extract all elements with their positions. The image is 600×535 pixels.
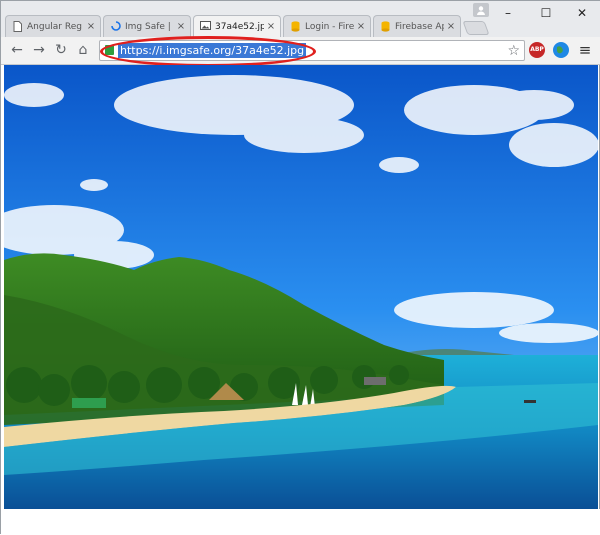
tab-login[interactable]: Login - Fireb × <box>283 15 371 37</box>
menu-icon[interactable]: ≡ <box>575 40 595 60</box>
image-viewport <box>4 65 598 509</box>
tab-close-icon[interactable]: × <box>176 21 186 32</box>
tab-title: Login - Fireb <box>305 21 354 32</box>
adblock-extension-icon[interactable]: ABP <box>529 42 545 58</box>
tab-imgsafe[interactable]: Img Safe | U × <box>103 15 191 37</box>
close-window-button[interactable]: ✕ <box>563 1 600 25</box>
forward-button[interactable]: → <box>29 40 49 60</box>
bookmark-star-icon[interactable]: ☆ <box>507 41 520 61</box>
tab-title: Firebase Ap <box>395 21 444 32</box>
profile-avatar-icon[interactable] <box>473 3 489 17</box>
image-icon <box>200 21 211 32</box>
browser-window: Angular Reg × Img Safe | U × 37a4e52.jpg… <box>0 0 600 535</box>
tab-title: 37a4e52.jpg <box>215 21 264 32</box>
tab-image[interactable]: 37a4e52.jpg × <box>193 15 281 37</box>
tab-close-icon[interactable]: × <box>86 21 96 32</box>
tab-firebase[interactable]: Firebase Ap × <box>373 15 461 37</box>
database-icon <box>380 21 391 32</box>
tab-close-icon[interactable]: × <box>356 21 366 32</box>
url-highlight-annotation <box>100 36 316 67</box>
tab-close-icon[interactable]: × <box>266 21 276 32</box>
globe-extension-icon[interactable] <box>553 42 569 58</box>
home-button[interactable]: ⌂ <box>73 40 93 60</box>
back-button[interactable]: ← <box>7 40 27 60</box>
tab-angular[interactable]: Angular Reg × <box>5 15 101 37</box>
loading-spinner-icon <box>110 21 121 32</box>
page-icon <box>12 21 23 32</box>
minimize-button[interactable]: – <box>489 1 527 25</box>
tab-title: Img Safe | U <box>125 21 174 32</box>
database-icon <box>290 21 301 32</box>
tab-title: Angular Reg <box>27 21 82 32</box>
status-bar <box>1 509 600 535</box>
maximize-button[interactable]: ☐ <box>527 1 565 25</box>
new-tab-button[interactable] <box>462 21 490 35</box>
reload-button[interactable]: ↻ <box>51 40 71 60</box>
beach-landscape-image <box>4 65 598 509</box>
tab-close-icon[interactable]: × <box>446 21 456 32</box>
tab-strip: Angular Reg × Img Safe | U × 37a4e52.jpg… <box>1 1 600 37</box>
